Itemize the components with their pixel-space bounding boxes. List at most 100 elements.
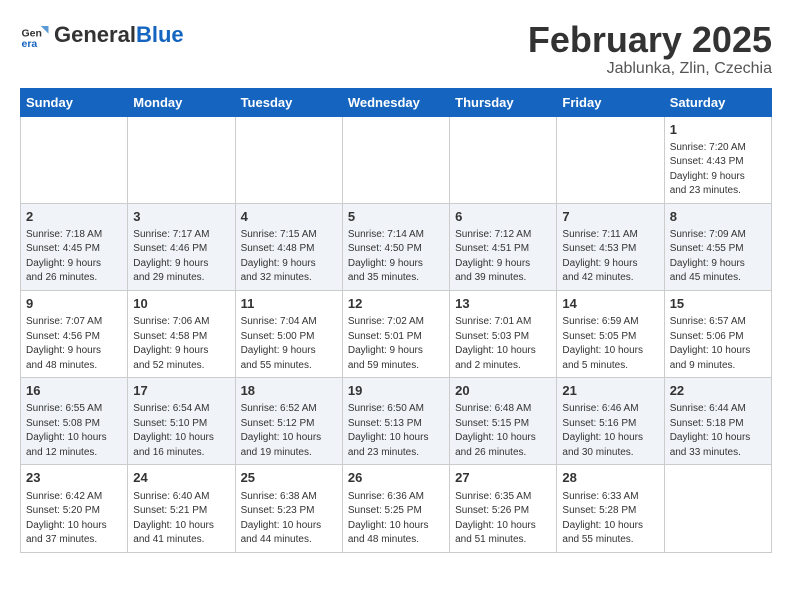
calendar-cell xyxy=(450,116,557,203)
logo-text-general: General xyxy=(54,22,136,48)
day-info: Sunrise: 6:36 AM Sunset: 5:25 PM Dayligh… xyxy=(348,490,444,548)
calendar-cell: 13 Sunrise: 7:01 AM Sunset: 5:03 PM Dayli… xyxy=(450,290,557,377)
week-row-1: 1Sunrise: 7:20 AM Sunset: 4:43 PM Daylig… xyxy=(21,116,772,203)
calendar-cell xyxy=(664,465,771,552)
day-number: 2 xyxy=(26,208,122,226)
calendar-cell: 6Sunrise: 7:12 AM Sunset: 4:51 PM Daylig… xyxy=(450,203,557,290)
calendar-cell: 15 Sunrise: 6:57 AM Sunset: 5:06 PM Dayli… xyxy=(664,290,771,377)
day-number: 15 xyxy=(670,295,766,313)
calendar-cell: 7Sunrise: 7:11 AM Sunset: 4:53 PM Daylig… xyxy=(557,203,664,290)
day-info: Sunrise: 6:38 AM Sunset: 5:23 PM Dayligh… xyxy=(241,490,337,548)
weekday-header-saturday: Saturday xyxy=(664,88,771,116)
day-info: Sunrise: 6:59 AM Sunset: 5:05 PM Dayligh… xyxy=(562,315,658,373)
day-number: 3 xyxy=(133,208,229,226)
day-number: 12 xyxy=(348,295,444,313)
svg-text:era: era xyxy=(22,38,38,50)
day-number: 13 xyxy=(455,295,551,313)
calendar-cell: 24 Sunrise: 6:40 AM Sunset: 5:21 PM Dayli… xyxy=(128,465,235,552)
day-info: Sunrise: 6:40 AM Sunset: 5:21 PM Dayligh… xyxy=(133,490,229,548)
week-row-3: 9 Sunrise: 7:07 AM Sunset: 4:56 PM Daylig… xyxy=(21,290,772,377)
calendar-cell: 4 Sunrise: 7:15 AM Sunset: 4:48 PM Daylig… xyxy=(235,203,342,290)
day-info: Sunrise: 7:02 AM Sunset: 5:01 PM Dayligh… xyxy=(348,315,444,373)
week-row-5: 23 Sunrise: 6:42 AM Sunset: 5:20 PM Dayli… xyxy=(21,465,772,552)
calendar-cell: 26Sunrise: 6:36 AM Sunset: 5:25 PM Dayli… xyxy=(342,465,449,552)
weekday-header-friday: Friday xyxy=(557,88,664,116)
calendar-cell: 14 Sunrise: 6:59 AM Sunset: 5:05 PM Dayli… xyxy=(557,290,664,377)
logo-icon: Gen era xyxy=(20,20,50,50)
day-number: 22 xyxy=(670,382,766,400)
day-number: 24 xyxy=(133,469,229,487)
weekday-header-thursday: Thursday xyxy=(450,88,557,116)
calendar-cell: 19 Sunrise: 6:50 AM Sunset: 5:13 PM Dayli… xyxy=(342,378,449,465)
day-number: 5 xyxy=(348,208,444,226)
calendar-cell: 9 Sunrise: 7:07 AM Sunset: 4:56 PM Daylig… xyxy=(21,290,128,377)
calendar-cell: 3 Sunrise: 7:17 AM Sunset: 4:46 PM Daylig… xyxy=(128,203,235,290)
day-info: Sunrise: 6:33 AM Sunset: 5:28 PM Dayligh… xyxy=(562,490,658,548)
calendar-cell xyxy=(342,116,449,203)
day-info: Sunrise: 7:01 AM Sunset: 5:03 PM Dayligh… xyxy=(455,315,551,373)
calendar-cell: 27Sunrise: 6:35 AM Sunset: 5:26 PM Dayli… xyxy=(450,465,557,552)
logo-text-blue: Blue xyxy=(136,22,184,48)
calendar-cell: 22Sunrise: 6:44 AM Sunset: 5:18 PM Dayli… xyxy=(664,378,771,465)
calendar-cell: 20 Sunrise: 6:48 AM Sunset: 5:15 PM Dayli… xyxy=(450,378,557,465)
logo: Gen era GeneralBlue xyxy=(20,20,184,50)
page-header: Gen era GeneralBlue February 2025 Jablun… xyxy=(20,20,772,78)
day-number: 20 xyxy=(455,382,551,400)
day-number: 16 xyxy=(26,382,122,400)
calendar-cell: 25 Sunrise: 6:38 AM Sunset: 5:23 PM Dayli… xyxy=(235,465,342,552)
calendar-table: SundayMondayTuesdayWednesdayThursdayFrid… xyxy=(20,88,772,553)
day-number: 19 xyxy=(348,382,444,400)
calendar-cell xyxy=(557,116,664,203)
month-title: February 2025 xyxy=(528,20,772,60)
day-info: Sunrise: 7:17 AM Sunset: 4:46 PM Dayligh… xyxy=(133,228,229,286)
calendar-cell: 2 Sunrise: 7:18 AM Sunset: 4:45 PM Daylig… xyxy=(21,203,128,290)
calendar-cell: 10 Sunrise: 7:06 AM Sunset: 4:58 PM Dayli… xyxy=(128,290,235,377)
day-info: Sunrise: 6:46 AM Sunset: 5:16 PM Dayligh… xyxy=(562,402,658,460)
day-info: Sunrise: 7:18 AM Sunset: 4:45 PM Dayligh… xyxy=(26,228,122,286)
calendar-cell: 28 Sunrise: 6:33 AM Sunset: 5:28 PM Dayli… xyxy=(557,465,664,552)
day-info: Sunrise: 7:07 AM Sunset: 4:56 PM Dayligh… xyxy=(26,315,122,373)
day-info: Sunrise: 6:55 AM Sunset: 5:08 PM Dayligh… xyxy=(26,402,122,460)
weekday-header-wednesday: Wednesday xyxy=(342,88,449,116)
calendar-cell: 12 Sunrise: 7:02 AM Sunset: 5:01 PM Dayli… xyxy=(342,290,449,377)
week-row-2: 2 Sunrise: 7:18 AM Sunset: 4:45 PM Daylig… xyxy=(21,203,772,290)
title-block: February 2025 Jablunka, Zlin, Czechia xyxy=(528,20,772,78)
calendar-cell: 17 Sunrise: 6:54 AM Sunset: 5:10 PM Dayli… xyxy=(128,378,235,465)
calendar-cell: 16 Sunrise: 6:55 AM Sunset: 5:08 PM Dayli… xyxy=(21,378,128,465)
day-info: Sunrise: 7:09 AM Sunset: 4:55 PM Dayligh… xyxy=(670,228,766,286)
day-info: Sunrise: 6:50 AM Sunset: 5:13 PM Dayligh… xyxy=(348,402,444,460)
day-number: 9 xyxy=(26,295,122,313)
day-number: 1 xyxy=(670,121,766,139)
day-number: 7 xyxy=(562,208,658,226)
day-info: Sunrise: 6:57 AM Sunset: 5:06 PM Dayligh… xyxy=(670,315,766,373)
location-subtitle: Jablunka, Zlin, Czechia xyxy=(528,60,772,78)
day-number: 11 xyxy=(241,295,337,313)
calendar-cell: 18 Sunrise: 6:52 AM Sunset: 5:12 PM Dayli… xyxy=(235,378,342,465)
calendar-cell: 8 Sunrise: 7:09 AM Sunset: 4:55 PM Daylig… xyxy=(664,203,771,290)
weekday-header-sunday: Sunday xyxy=(21,88,128,116)
day-number: 28 xyxy=(562,469,658,487)
calendar-cell xyxy=(235,116,342,203)
day-info: Sunrise: 6:52 AM Sunset: 5:12 PM Dayligh… xyxy=(241,402,337,460)
calendar-cell xyxy=(128,116,235,203)
day-number: 4 xyxy=(241,208,337,226)
calendar-cell xyxy=(21,116,128,203)
calendar-cell: 23 Sunrise: 6:42 AM Sunset: 5:20 PM Dayli… xyxy=(21,465,128,552)
day-info: Sunrise: 7:12 AM Sunset: 4:51 PM Dayligh… xyxy=(455,228,551,286)
day-number: 17 xyxy=(133,382,229,400)
day-number: 25 xyxy=(241,469,337,487)
weekday-header-tuesday: Tuesday xyxy=(235,88,342,116)
calendar-cell: 21Sunrise: 6:46 AM Sunset: 5:16 PM Dayli… xyxy=(557,378,664,465)
day-info: Sunrise: 7:15 AM Sunset: 4:48 PM Dayligh… xyxy=(241,228,337,286)
day-number: 8 xyxy=(670,208,766,226)
day-info: Sunrise: 6:42 AM Sunset: 5:20 PM Dayligh… xyxy=(26,490,122,548)
day-number: 18 xyxy=(241,382,337,400)
day-number: 23 xyxy=(26,469,122,487)
day-info: Sunrise: 6:48 AM Sunset: 5:15 PM Dayligh… xyxy=(455,402,551,460)
day-info: Sunrise: 6:54 AM Sunset: 5:10 PM Dayligh… xyxy=(133,402,229,460)
day-number: 10 xyxy=(133,295,229,313)
day-number: 14 xyxy=(562,295,658,313)
day-info: Sunrise: 7:06 AM Sunset: 4:58 PM Dayligh… xyxy=(133,315,229,373)
day-number: 27 xyxy=(455,469,551,487)
day-info: Sunrise: 7:14 AM Sunset: 4:50 PM Dayligh… xyxy=(348,228,444,286)
